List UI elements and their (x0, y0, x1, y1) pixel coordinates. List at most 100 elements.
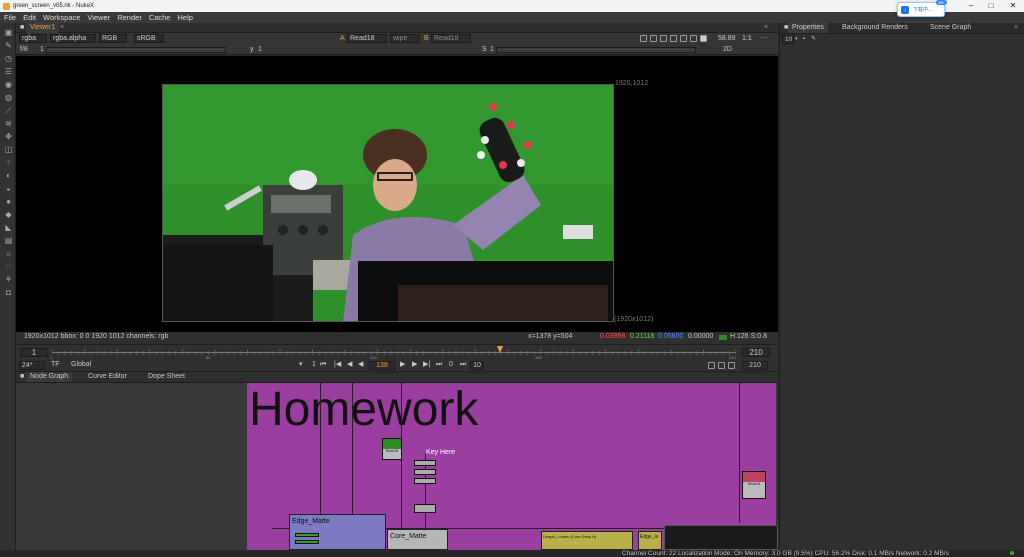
keyer-icon[interactable]: ⟋ (4, 106, 13, 115)
timeline[interactable]: 1 1 50 100 150 210 210 (16, 344, 778, 360)
downscale-icon[interactable] (680, 35, 687, 42)
skip-icon[interactable]: ⏭ (460, 360, 466, 369)
roi-icon[interactable] (640, 35, 647, 42)
core-matte-backdrop[interactable]: Core_Matte (387, 529, 448, 550)
input-b-dropdown[interactable]: Read18 (431, 34, 471, 43)
play-backward-icon[interactable]: ◀ (358, 360, 363, 369)
menu-render[interactable]: Render (117, 13, 142, 22)
merge-icon[interactable]: ≋ (4, 119, 13, 128)
transform-icon[interactable]: ✥ (4, 132, 13, 141)
filter-icon[interactable]: ◍ (4, 93, 13, 102)
viewer-viewport[interactable]: 1920,1012 (1920x1012) (16, 56, 778, 332)
tab-close-icon[interactable]: × (56, 23, 68, 33)
lock-panels-icon[interactable]: ▪ (803, 35, 805, 44)
play-forward-icon[interactable]: ▶ (400, 360, 405, 369)
frame-step-label[interactable]: 1 (40, 45, 44, 54)
display-dropdown[interactable]: sRGB (134, 34, 164, 43)
lock-range-icon[interactable] (728, 362, 735, 369)
goto-start-icon[interactable]: ⏮ (320, 360, 326, 369)
python-icon[interactable]: ◘ (4, 288, 13, 297)
range-dropdown[interactable]: Global (71, 360, 91, 369)
edge-node[interactable] (295, 533, 319, 537)
read16-node[interactable]: Read16 (742, 471, 766, 499)
download-popup[interactable]: ↓ 下载中... 58+ (897, 0, 947, 17)
timeline-start[interactable]: 1 (20, 348, 48, 357)
props-close-icon[interactable]: × (1010, 23, 1022, 33)
record-icon[interactable] (718, 362, 725, 369)
ocula-icon[interactable]: ☼ (4, 249, 13, 258)
3d-icon[interactable]: ◫ (4, 145, 13, 154)
other-icon[interactable]: ◣ (4, 223, 13, 232)
menu-edit[interactable]: Edit (23, 13, 36, 22)
deep-icon[interactable]: ◐ (4, 171, 13, 180)
alpha-dropdown[interactable]: rgba.alpha (50, 34, 96, 43)
minimize-icon[interactable]: – (964, 0, 978, 12)
furnace-icon[interactable]: ▤ (4, 236, 13, 245)
gizmo-icon[interactable]: ⚘ (4, 275, 13, 284)
edge-matte-backdrop[interactable]: Edge_Matte (289, 514, 386, 550)
menu-file[interactable]: File (4, 13, 16, 22)
gain-slider[interactable] (46, 47, 226, 53)
tab-scene-graph[interactable]: Scene Graph (926, 23, 975, 33)
views-icon[interactable]: ◒ (4, 184, 13, 193)
goto-end-icon[interactable]: ⏭ (436, 360, 442, 369)
pause-icon[interactable] (700, 35, 707, 42)
tab-background-renders[interactable]: Background Renders (838, 23, 912, 33)
image-plate[interactable] (162, 84, 614, 322)
edge-lumen-backdrop[interactable]: Edge_lu (638, 531, 662, 550)
mask-icon[interactable] (660, 35, 667, 42)
viewer-menu-icon[interactable]: ⋯ (760, 34, 767, 43)
timeline-end[interactable]: 210 (742, 348, 770, 357)
fstop-label[interactable]: f/8 (20, 45, 28, 54)
time-icon[interactable]: ◷ (4, 54, 13, 63)
read18-node[interactable]: Read18 (382, 438, 402, 460)
keyer-node[interactable] (414, 469, 436, 475)
clipping-icon[interactable] (690, 35, 697, 42)
cara-icon[interactable]: ◌ (4, 262, 13, 271)
denoise-node[interactable] (414, 504, 436, 513)
next-keyframe-icon[interactable]: ▶| (423, 360, 430, 369)
out-frame-field[interactable]: 210 (742, 361, 768, 370)
input-a-dropdown[interactable]: Read18 (347, 34, 387, 43)
maximize-icon[interactable]: □ (984, 0, 998, 12)
proxy-icon[interactable] (670, 35, 677, 42)
colorspace-dropdown[interactable]: RGB (99, 34, 127, 43)
prev-keyframe-icon[interactable]: |◀ (334, 360, 341, 369)
particles-icon[interactable]: ⁘ (4, 158, 13, 167)
view-mode-dropdown[interactable]: 2D (723, 45, 732, 54)
edge-node[interactable] (295, 540, 319, 544)
channel-icon[interactable]: ☰ (4, 67, 13, 76)
prev-frame-icon[interactable]: ◀ (347, 360, 352, 369)
color-icon[interactable]: ◉ (4, 80, 13, 89)
tab-node-graph[interactable]: Node Graph (26, 372, 73, 382)
draw-icon[interactable]: ✎ (4, 41, 13, 50)
pane-close-icon[interactable]: × (760, 23, 772, 33)
metadata-icon[interactable]: ● (4, 197, 13, 206)
menu-cache[interactable]: Cache (149, 13, 171, 22)
tf-dropdown[interactable]: TF (51, 360, 60, 369)
fps-dropdown[interactable]: 24* (19, 361, 45, 370)
navigator-minimap[interactable] (664, 525, 778, 550)
wipe-dropdown[interactable]: wipe (390, 34, 420, 43)
current-frame-field[interactable]: 138 (369, 361, 395, 370)
node-graph-canvas[interactable]: Homework Read18 Key Here Read16 Edge_Mat… (16, 383, 778, 550)
sticky-note[interactable]: Key Here (426, 449, 455, 456)
clear-panels-icon[interactable]: ◐ (795, 35, 799, 44)
channels-dropdown[interactable]: rgba (19, 34, 47, 43)
loop-count[interactable]: 0 (449, 360, 453, 369)
tab-dope-sheet[interactable]: Dope Sheet (144, 372, 189, 382)
close-icon[interactable]: ✕ (1006, 0, 1020, 12)
increment-field[interactable]: 10 (470, 361, 484, 370)
next-frame-icon[interactable]: ▶ (412, 360, 417, 369)
keyer-node[interactable] (414, 460, 436, 466)
flipbook-icon[interactable] (708, 362, 715, 369)
menu-viewer[interactable]: Viewer (87, 13, 110, 22)
max-panels-field[interactable]: 10 (782, 35, 794, 44)
tab-properties[interactable]: Properties (788, 23, 828, 33)
toolsets-icon[interactable]: ◆ (4, 210, 13, 219)
menu-help[interactable]: Help (178, 13, 193, 22)
image-icon[interactable]: ▣ (4, 28, 13, 37)
menu-workspace[interactable]: Workspace (43, 13, 80, 22)
keyer-node[interactable] (414, 478, 436, 484)
step-field[interactable]: 1 (312, 360, 316, 369)
